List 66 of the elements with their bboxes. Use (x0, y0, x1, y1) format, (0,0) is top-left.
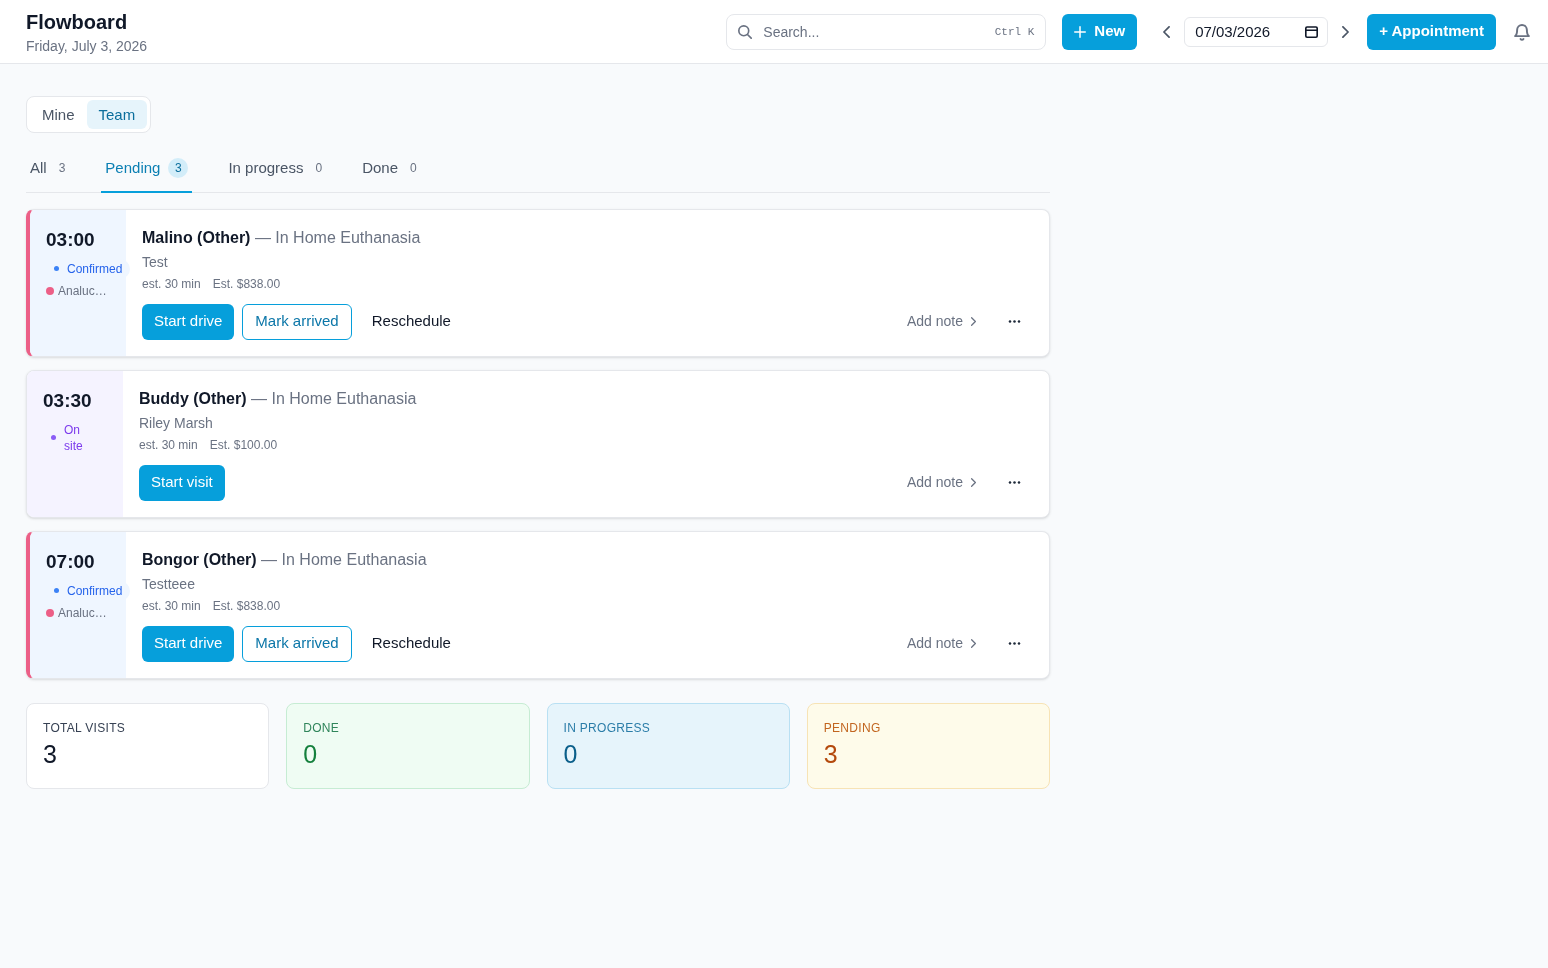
visit-time: 03:00 (46, 227, 95, 252)
stat-value: 0 (303, 738, 319, 770)
outline-action-button[interactable]: Mark arrived (242, 625, 352, 662)
chevron-right-icon (971, 478, 976, 487)
add-note-link[interactable]: Add note (906, 311, 976, 332)
stat-value: 0 (563, 738, 579, 770)
tab-count: 3 (168, 158, 189, 179)
primary-action-button[interactable]: Start drive (142, 625, 235, 662)
assignee-name: Analuc… (58, 282, 107, 299)
chevron-right-icon[interactable] (1342, 25, 1350, 38)
search-icon (738, 24, 753, 39)
date-field[interactable]: 07/03/2026 (1184, 16, 1329, 47)
primary-action-button[interactable]: Start visit (139, 464, 225, 501)
duration-text: est. 30 min (142, 597, 201, 614)
appointment-button[interactable]: + Appointment (1367, 13, 1496, 50)
filter-tab[interactable]: Pending 3 (101, 147, 193, 193)
status-label: On site (64, 421, 84, 454)
primary-action-button[interactable]: Start drive (142, 303, 235, 340)
estimate-text: Est. $838.00 (212, 597, 281, 614)
assignee-name: Analuc… (58, 604, 107, 621)
more-icon[interactable] (1008, 481, 1021, 484)
status-label: Confirmed (67, 582, 123, 599)
visit-time: 07:00 (46, 549, 95, 574)
visit-title: Buddy (Other) — In Home Euthanasia (139, 388, 418, 409)
plus-icon (1074, 25, 1087, 38)
outline-action-button[interactable]: Mark arrived (242, 303, 352, 340)
tab-count: 0 (410, 160, 417, 178)
visit-title: Malino (Other) — In Home Euthanasia (142, 227, 422, 248)
chevron-right-icon (971, 639, 976, 648)
stat-label: IN PROGRESS (563, 719, 652, 736)
text-action-button[interactable]: Reschedule (359, 625, 463, 662)
estimate-text: Est. $838.00 (212, 275, 281, 292)
stat-value: 3 (823, 738, 839, 770)
shortcut-hint: Ctrl K (994, 24, 1035, 39)
app-title: Flowboard (26, 9, 129, 35)
client-name: Testteee (142, 574, 196, 594)
client-name: Riley Marsh (139, 413, 214, 433)
scope-option[interactable]: Team (86, 100, 148, 129)
filter-tab[interactable]: In progress 0 (224, 147, 327, 193)
scope-option[interactable]: Mine (30, 100, 87, 129)
bell-icon[interactable] (1514, 22, 1530, 41)
add-note-link[interactable]: Add note (906, 472, 976, 493)
stat-value: 3 (43, 738, 58, 770)
chevron-right-icon (971, 317, 976, 326)
filter-tab[interactable]: All 3 (26, 147, 70, 193)
estimate-text: Est. $100.00 (209, 436, 278, 453)
stat-label: DONE (303, 719, 341, 736)
duration-text: est. 30 min (142, 275, 201, 292)
visit-title: Bongor (Other) — In Home Euthanasia (142, 549, 428, 570)
current-date: Friday, July 3, 2026 (26, 36, 148, 56)
chevron-left-icon[interactable] (1163, 25, 1171, 38)
visit-time: 03:30 (43, 388, 92, 413)
client-name: Test (142, 252, 169, 272)
tab-count: 0 (315, 160, 323, 178)
stat-label: TOTAL VISITS (43, 719, 127, 736)
new-button[interactable]: New (1062, 13, 1138, 50)
calendar-icon (1305, 24, 1319, 38)
stat-label: PENDING (823, 719, 882, 736)
more-icon[interactable] (1008, 320, 1021, 323)
add-note-link[interactable]: Add note (906, 633, 976, 654)
filter-tab[interactable]: Done 0 (358, 147, 421, 193)
tab-count: 3 (58, 160, 66, 178)
more-icon[interactable] (1008, 642, 1021, 645)
duration-text: est. 30 min (139, 436, 198, 453)
text-action-button[interactable]: Reschedule (359, 303, 463, 340)
status-label: Confirmed (67, 260, 123, 277)
